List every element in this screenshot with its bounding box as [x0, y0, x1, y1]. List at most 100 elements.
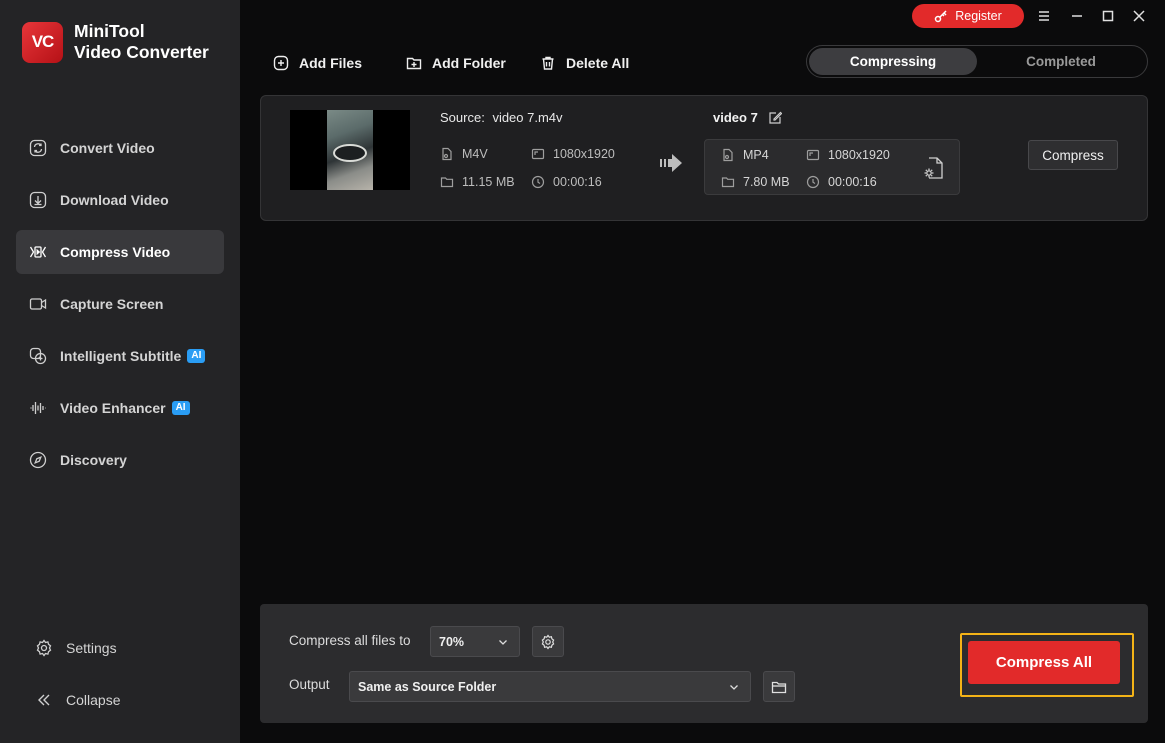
collapse-label: Collapse	[66, 692, 121, 708]
add-folder-button[interactable]: Add Folder	[406, 52, 506, 74]
gear-icon	[34, 638, 54, 658]
output-folder-select[interactable]: Same as Source Folder	[349, 671, 751, 702]
download-icon	[28, 190, 48, 210]
logo-badge-icon: VC	[22, 21, 63, 63]
sidebar-item-intelligent-subtitle[interactable]: Intelligent Subtitle AI	[16, 334, 224, 378]
compress-all-to-label: Compress all files to	[289, 633, 411, 648]
chevron-down-icon	[499, 640, 507, 645]
app-title: MiniTool Video Converter	[74, 21, 209, 63]
video-thumbnail[interactable]	[290, 110, 410, 190]
add-files-button[interactable]: Add Files	[273, 52, 362, 74]
source-format: M4V	[440, 147, 488, 161]
maximize-icon	[1102, 10, 1114, 22]
sidebar-item-discovery[interactable]: Discovery	[16, 438, 224, 482]
file-card: Source: video 7.m4v M4V 1080x1920 11.15 …	[260, 95, 1148, 221]
sidebar-item-capture-screen[interactable]: Capture Screen	[16, 282, 224, 326]
sidebar-item-convert-video[interactable]: Convert Video	[16, 126, 224, 170]
menu-button[interactable]	[1034, 6, 1054, 26]
output-title: video 7	[713, 110, 782, 125]
sidebar-item-label: Video Enhancer	[60, 400, 166, 416]
sidebar-bottom: Settings Collapse	[16, 626, 224, 730]
compression-settings-button[interactable]	[532, 626, 564, 657]
source-size: 11.15 MB	[440, 175, 515, 189]
double-chevron-left-icon	[34, 690, 54, 710]
clock-icon	[531, 175, 545, 189]
register-button[interactable]: Register	[912, 4, 1024, 28]
ai-badge: AI	[171, 401, 190, 415]
app-title-line1: MiniTool	[74, 21, 145, 41]
output-size: 7.80 MB	[721, 175, 790, 189]
source-label: Source:	[440, 110, 485, 125]
output-format-value: MP4	[743, 148, 769, 162]
bottom-panel: Compress all files to 70% Output Same as…	[260, 604, 1148, 723]
register-label: Register	[955, 9, 1002, 23]
thumbnail-image	[327, 110, 373, 190]
source-format-value: M4V	[462, 147, 488, 161]
source-duration-value: 00:00:16	[553, 175, 602, 189]
sidebar-item-collapse[interactable]: Collapse	[16, 678, 224, 722]
source-duration: 00:00:16	[531, 175, 602, 189]
app-title-line2: Video Converter	[74, 42, 209, 62]
tab-completed[interactable]: Completed	[977, 48, 1145, 75]
subtitle-icon	[28, 346, 48, 366]
settings-label: Settings	[66, 640, 117, 656]
gear-icon	[541, 634, 555, 649]
sidebar-item-label: Capture Screen	[60, 296, 164, 312]
delete-all-label: Delete All	[566, 55, 630, 71]
hamburger-icon	[1039, 11, 1049, 21]
source-filename: video 7.m4v	[492, 110, 563, 125]
close-button[interactable]	[1129, 6, 1149, 26]
folder-icon	[721, 177, 735, 188]
resolution-icon	[806, 149, 820, 161]
file-icon	[723, 148, 733, 162]
convert-icon	[28, 138, 48, 158]
compression-ratio-value: 70%	[439, 634, 465, 649]
output-duration-value: 00:00:16	[828, 175, 877, 189]
folder-add-icon	[406, 57, 422, 70]
sidebar-item-compress-video[interactable]: Compress Video	[16, 230, 224, 274]
source-resolution: 1080x1920	[531, 147, 615, 161]
camera-icon	[28, 294, 48, 314]
sidebar: VC MiniTool Video Converter Convert Vide…	[0, 0, 240, 743]
browse-folder-button[interactable]	[763, 671, 795, 702]
key-icon	[934, 10, 947, 23]
file-icon	[442, 147, 452, 161]
waveform-icon	[28, 398, 48, 418]
compress-icon	[28, 242, 48, 262]
add-circle-icon	[273, 55, 289, 71]
minimize-icon	[1072, 15, 1082, 17]
edit-icon[interactable]	[768, 111, 782, 125]
output-size-value: 7.80 MB	[743, 175, 790, 189]
maximize-button[interactable]	[1098, 6, 1118, 26]
sidebar-nav: Convert Video Download Video Compress Vi…	[16, 126, 224, 490]
add-files-label: Add Files	[299, 55, 363, 71]
sidebar-item-download-video[interactable]: Download Video	[16, 178, 224, 222]
output-filename: video 7	[713, 110, 758, 125]
chevron-down-icon	[730, 685, 738, 690]
sidebar-item-settings[interactable]: Settings	[16, 626, 224, 670]
output-format: MP4	[721, 148, 769, 162]
app-logo: VC MiniTool Video Converter	[22, 21, 209, 63]
delete-all-button[interactable]: Delete All	[540, 52, 629, 74]
compress-all-button[interactable]: Compress All	[968, 641, 1120, 684]
folder-icon	[771, 681, 787, 693]
minimize-button[interactable]	[1067, 6, 1087, 26]
file-settings-icon[interactable]	[923, 156, 945, 180]
sidebar-item-label: Convert Video	[60, 140, 155, 156]
resolution-icon	[531, 148, 545, 160]
tab-compressing[interactable]: Compressing	[809, 48, 977, 75]
compression-ratio-select[interactable]: 70%	[430, 626, 520, 657]
sidebar-item-label: Compress Video	[60, 244, 171, 260]
output-resolution: 1080x1920	[806, 148, 890, 162]
source-resolution-value: 1080x1920	[553, 147, 615, 161]
source-title: Source: video 7.m4v	[440, 110, 563, 125]
output-settings-box: MP4 1080x1920 7.80 MB 00:00:16	[704, 139, 960, 195]
output-folder-value: Same as Source Folder	[358, 679, 497, 694]
ai-badge: AI	[187, 349, 206, 363]
source-size-value: 11.15 MB	[462, 175, 515, 189]
compress-button[interactable]: Compress	[1028, 140, 1118, 170]
clock-icon	[806, 175, 820, 189]
status-tabs: Compressing Completed	[806, 45, 1148, 78]
sidebar-item-video-enhancer[interactable]: Video Enhancer AI	[16, 386, 224, 430]
trash-icon	[542, 56, 554, 70]
